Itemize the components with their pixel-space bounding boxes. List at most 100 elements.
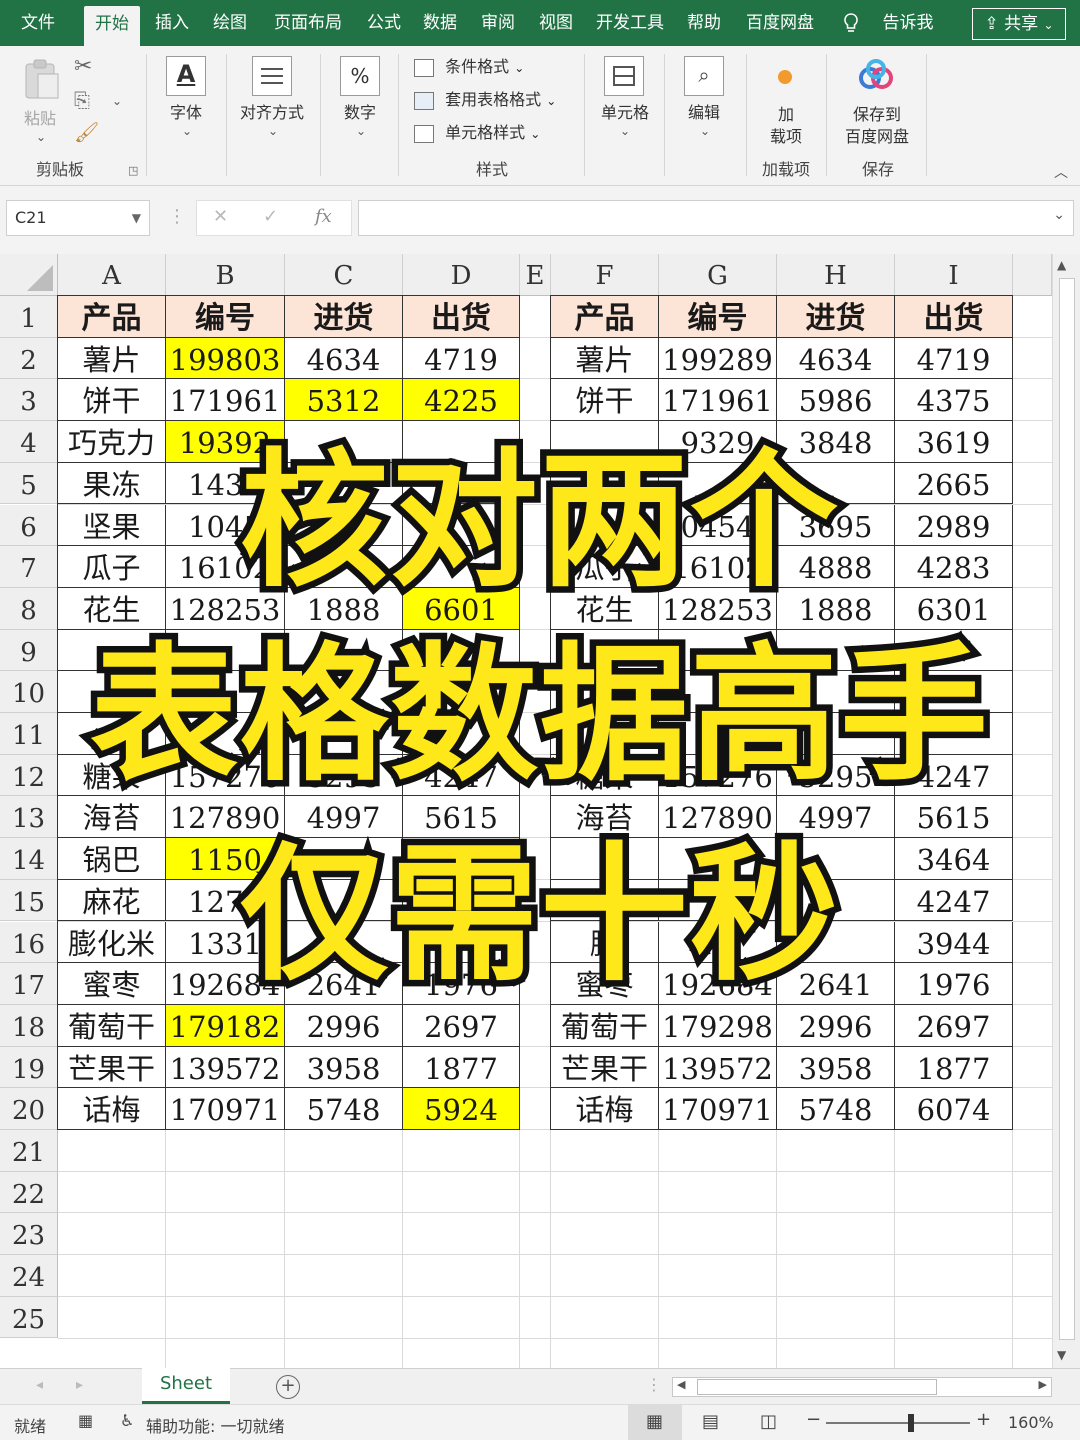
scroll-left-icon[interactable]: ◀ bbox=[677, 1378, 685, 1391]
macro-record-icon[interactable]: ▦ bbox=[78, 1411, 93, 1430]
zoom-in-button[interactable]: + bbox=[976, 1409, 991, 1430]
left-table-header-cell[interactable]: 产品 bbox=[58, 296, 166, 338]
column-header-c[interactable]: C bbox=[285, 254, 403, 296]
cells-icon[interactable] bbox=[604, 56, 644, 96]
row-header-23[interactable]: 23 bbox=[0, 1213, 58, 1256]
chevron-down-icon[interactable]: ▼ bbox=[132, 201, 141, 235]
tab-formulas[interactable]: 公式 bbox=[358, 0, 410, 46]
left-table-cell[interactable]: 179182 bbox=[166, 1004, 285, 1047]
right-table-cell[interactable]: 4634 bbox=[777, 337, 895, 380]
right-table-cell[interactable]: 6074 bbox=[895, 1088, 1013, 1130]
right-table-cell[interactable]: 4719 bbox=[895, 337, 1013, 380]
right-table-cell[interactable]: 5748 bbox=[777, 1088, 895, 1130]
row-header-24[interactable]: 24 bbox=[0, 1255, 58, 1297]
left-table-cell[interactable]: 2697 bbox=[403, 1004, 520, 1047]
tab-home[interactable]: 开始 bbox=[84, 6, 140, 46]
baidu-netdisk-icon[interactable] bbox=[856, 58, 896, 94]
row-header-3[interactable]: 3 bbox=[0, 379, 58, 422]
page-layout-view-icon[interactable]: ▤ bbox=[702, 1411, 719, 1432]
left-table-cell[interactable]: 2996 bbox=[285, 1004, 403, 1047]
right-table-header-cell[interactable]: 进货 bbox=[777, 296, 895, 338]
left-table-cell[interactable]: 4719 bbox=[403, 337, 520, 380]
tab-help[interactable]: 帮助 bbox=[678, 0, 730, 46]
conditional-format-button[interactable]: 条件格式 ⌄ bbox=[414, 56, 584, 82]
zoom-level[interactable]: 160% bbox=[1008, 1413, 1054, 1432]
vertical-scrollbar[interactable]: ▲ ▼ bbox=[1052, 254, 1080, 1368]
next-sheet-icon[interactable]: ▸ bbox=[76, 1377, 83, 1393]
row-header-20[interactable]: 20 bbox=[0, 1088, 58, 1130]
column-header-g[interactable]: G bbox=[659, 254, 777, 296]
share-button[interactable]: ⇪ 共享 ⌄ bbox=[972, 8, 1066, 40]
format-painter-icon[interactable]: 🖌 bbox=[74, 120, 99, 144]
left-table-cell[interactable]: 饼干 bbox=[58, 379, 166, 422]
right-table-header-cell[interactable]: 产品 bbox=[551, 296, 659, 338]
right-table-header-cell[interactable]: 出货 bbox=[895, 296, 1013, 338]
zoom-out-button[interactable]: − bbox=[806, 1409, 821, 1430]
chevron-down-icon[interactable]: ⌄ bbox=[1053, 207, 1065, 223]
row-header-2[interactable]: 2 bbox=[0, 337, 58, 380]
scrollbar-thumb[interactable] bbox=[697, 1379, 937, 1395]
right-table-cell[interactable]: 4375 bbox=[895, 379, 1013, 422]
left-table-cell[interactable]: 139572 bbox=[166, 1046, 285, 1089]
tab-page-layout[interactable]: 页面布局 bbox=[262, 0, 354, 46]
paste-icon[interactable] bbox=[22, 58, 62, 102]
sheet-tab[interactable]: Sheet bbox=[142, 1368, 230, 1404]
scroll-down-icon[interactable]: ▼ bbox=[1057, 1348, 1066, 1362]
right-table-cell[interactable]: 171961 bbox=[659, 379, 777, 422]
left-table-cell[interactable]: 葡萄干 bbox=[58, 1004, 166, 1047]
left-table-cell[interactable]: 1877 bbox=[403, 1046, 520, 1089]
right-table-cell[interactable]: 2697 bbox=[895, 1004, 1013, 1047]
left-table-cell[interactable]: 薯片 bbox=[58, 337, 166, 380]
right-table-cell[interactable]: 饼干 bbox=[551, 379, 659, 422]
left-table-header-cell[interactable]: 出货 bbox=[403, 296, 520, 338]
formula-input[interactable]: ⌄ bbox=[358, 200, 1074, 236]
add-sheet-icon[interactable]: + bbox=[276, 1375, 300, 1399]
percent-icon[interactable]: % bbox=[340, 56, 380, 96]
column-header-i[interactable]: I bbox=[895, 254, 1013, 296]
right-table-cell[interactable]: 5986 bbox=[777, 379, 895, 422]
search-icon[interactable]: ⌕ bbox=[684, 56, 724, 96]
prev-sheet-icon[interactable]: ◂ bbox=[36, 1377, 43, 1393]
row-header-1[interactable]: 1 bbox=[0, 296, 58, 338]
right-table-cell[interactable]: 1877 bbox=[895, 1046, 1013, 1089]
zoom-slider-handle[interactable] bbox=[908, 1414, 914, 1432]
zoom-slider[interactable] bbox=[826, 1414, 970, 1432]
cut-icon[interactable]: ✂ bbox=[74, 54, 92, 79]
left-table-cell[interactable]: 5748 bbox=[285, 1088, 403, 1130]
left-table-cell[interactable]: 4225 bbox=[403, 379, 520, 422]
right-table-header-cell[interactable]: 编号 bbox=[659, 296, 777, 338]
left-table-header-cell[interactable]: 进货 bbox=[285, 296, 403, 338]
right-table-cell[interactable]: 3958 bbox=[777, 1046, 895, 1089]
tab-insert[interactable]: 插入 bbox=[144, 0, 200, 46]
alignment-icon[interactable] bbox=[252, 56, 292, 96]
row-header-19[interactable]: 19 bbox=[0, 1046, 58, 1089]
row-header-18[interactable]: 18 bbox=[0, 1004, 58, 1047]
addins-icon[interactable] bbox=[778, 70, 792, 84]
column-header-e[interactable]: E bbox=[520, 254, 551, 296]
left-table-header-cell[interactable]: 编号 bbox=[166, 296, 285, 338]
right-table-cell[interactable]: 2996 bbox=[777, 1004, 895, 1047]
right-table-cell[interactable]: 179298 bbox=[659, 1004, 777, 1047]
format-as-table-button[interactable]: 套用表格格式 ⌄ bbox=[414, 89, 584, 115]
worksheet-grid[interactable]: ABCDEFGHI 1 2 3 4 5 6 7 8 9 10 11 12 13 14 15 16 17 18 19 2… bbox=[0, 254, 1080, 1368]
tab-review[interactable]: 审阅 bbox=[472, 0, 524, 46]
scroll-right-icon[interactable]: ▶ bbox=[1039, 1378, 1047, 1391]
left-table-cell[interactable]: 170971 bbox=[166, 1088, 285, 1130]
tell-me-search[interactable]: 告诉我 bbox=[872, 0, 944, 46]
tab-draw[interactable]: 绘图 bbox=[202, 0, 258, 46]
tab-developer[interactable]: 开发工具 bbox=[590, 0, 670, 46]
column-header-b[interactable]: B bbox=[166, 254, 285, 296]
left-table-cell[interactable]: 5312 bbox=[285, 379, 403, 422]
accessibility-status[interactable]: 辅助功能: 一切就绪 bbox=[146, 1413, 284, 1437]
page-break-view-icon[interactable]: ◫ bbox=[760, 1411, 777, 1432]
right-table-cell[interactable]: 话梅 bbox=[551, 1088, 659, 1130]
left-table-cell[interactable]: 话梅 bbox=[58, 1088, 166, 1130]
row-header-21[interactable]: 21 bbox=[0, 1130, 58, 1172]
tab-file[interactable]: 文件 bbox=[8, 0, 68, 46]
insert-function-icon[interactable]: fx bbox=[315, 206, 332, 227]
column-header-a[interactable]: A bbox=[58, 254, 166, 296]
cell-styles-button[interactable]: 单元格样式 ⌄ bbox=[414, 122, 584, 148]
left-table-cell[interactable]: 4634 bbox=[285, 337, 403, 380]
dialog-launcher-icon[interactable]: ◳ bbox=[128, 164, 138, 177]
chevron-down-icon[interactable]: ⌄ bbox=[112, 94, 122, 108]
